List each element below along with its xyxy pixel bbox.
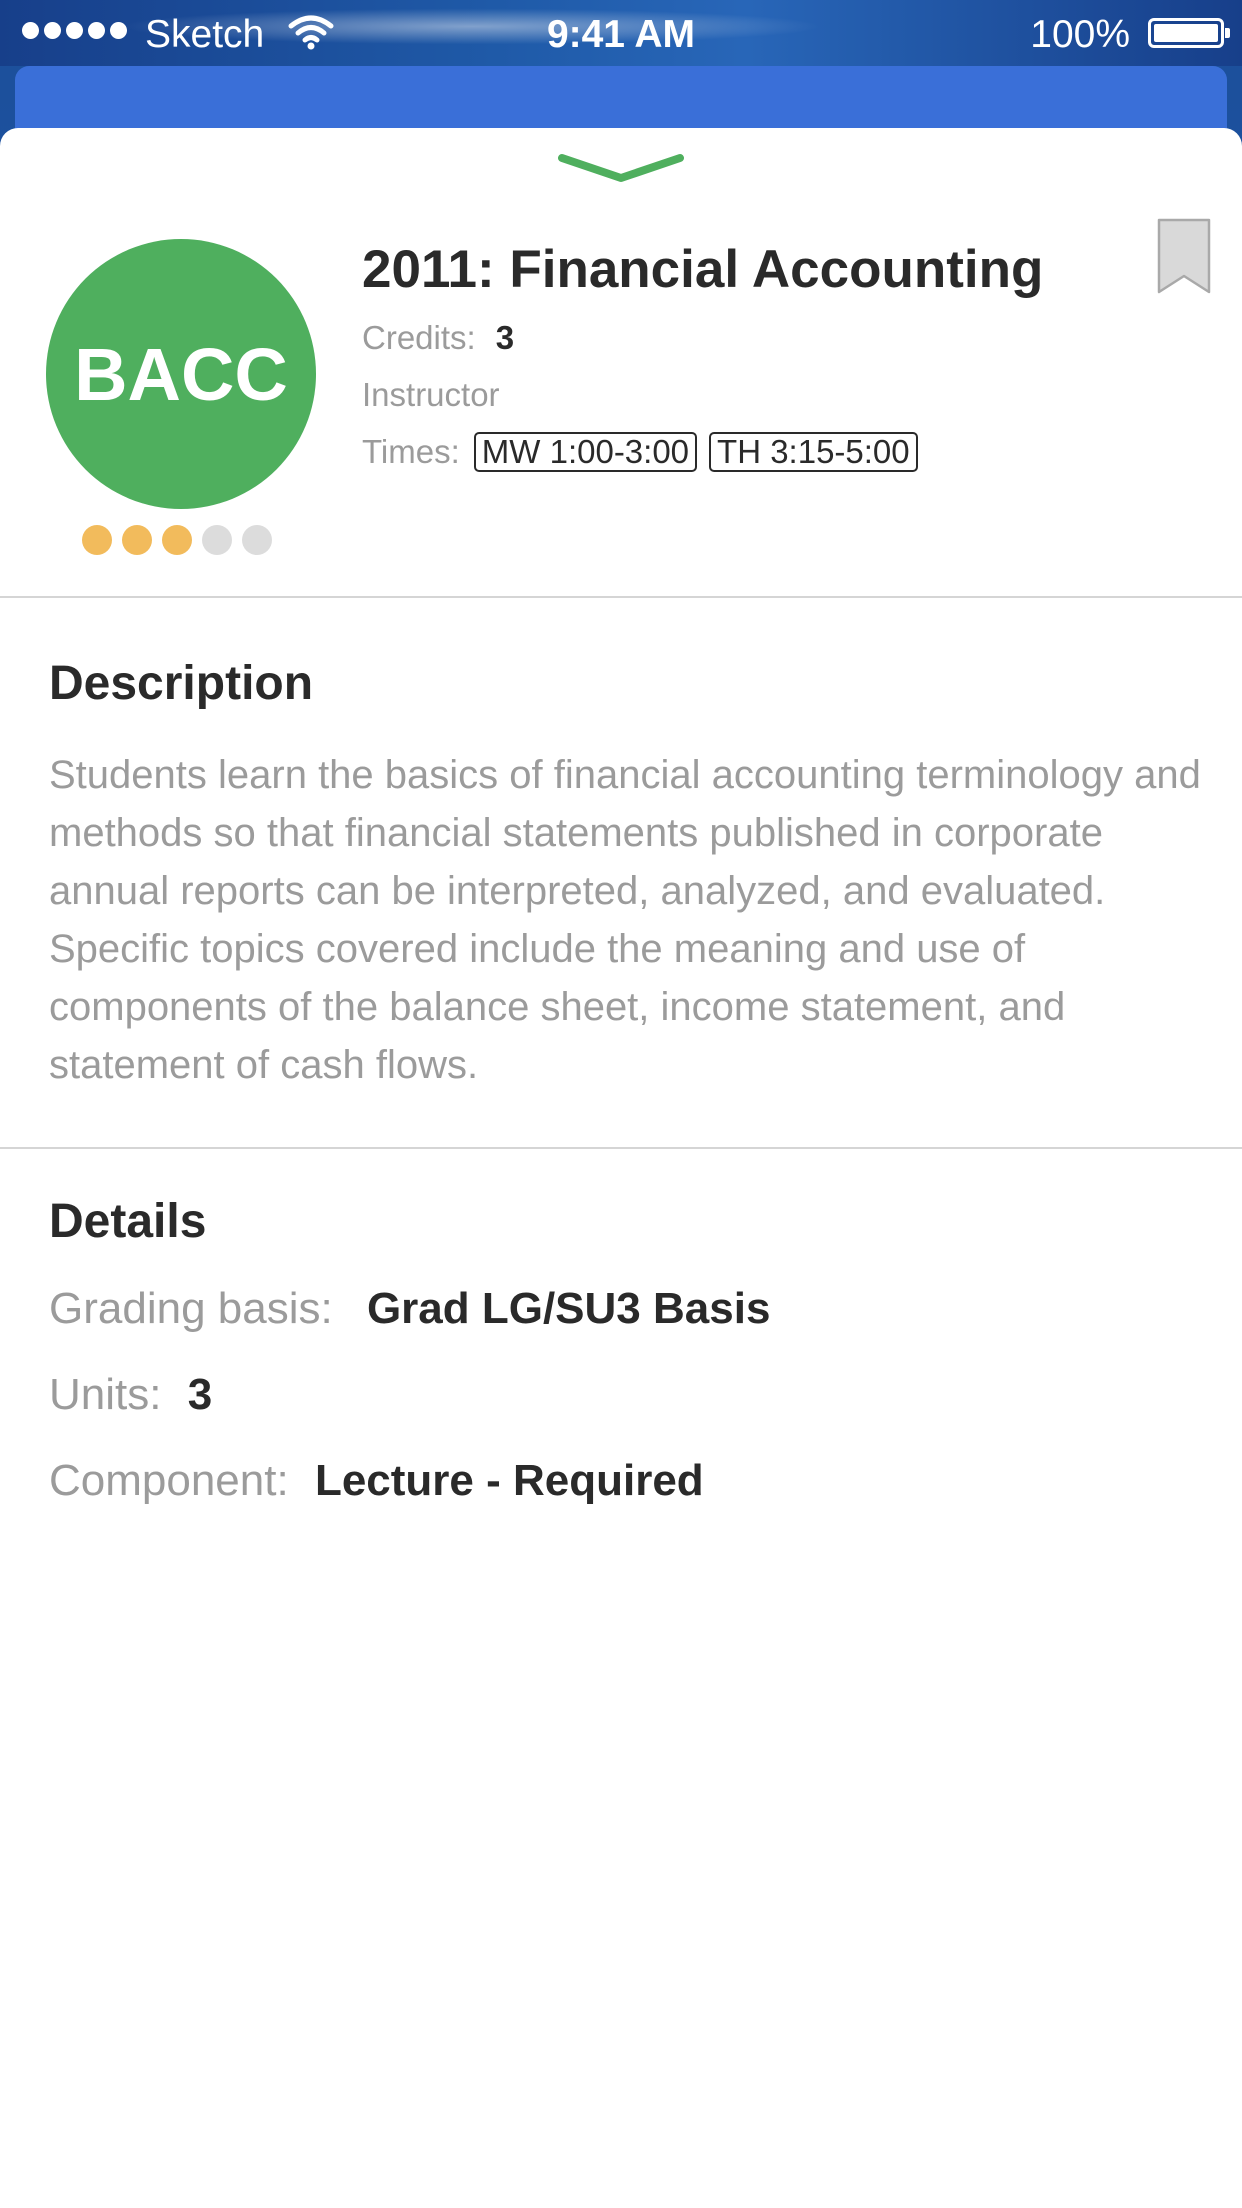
times-label: Times: <box>362 433 460 470</box>
battery-percentage: 100% <box>1030 13 1130 56</box>
description-text: Students learn the basics of financial a… <box>49 753 1201 1087</box>
battery-icon <box>1148 18 1230 48</box>
status-bar: Sketch 9:41 AM 100% <box>0 0 1242 66</box>
component-row: Component: Lecture - Required <box>49 1451 704 1511</box>
time-badge: MW 1:00-3:00 <box>473 432 698 472</box>
details-heading: Details <box>49 1195 207 1248</box>
divider <box>0 596 1242 598</box>
grading-basis-value: Grad LG/SU3 Basis <box>366 1284 771 1333</box>
course-code-avatar: BACC <box>46 239 316 509</box>
component-label: Component: <box>49 1456 289 1505</box>
rating-dot-1 <box>82 525 112 555</box>
chevron-down-icon[interactable] <box>556 148 686 188</box>
rating-dot-5 <box>242 525 272 555</box>
units-label: Units: <box>49 1370 162 1419</box>
units-value: 3 <box>187 1370 213 1419</box>
course-title: 2011: Financial Accounting <box>362 240 1044 299</box>
rating-dot-3 <box>162 525 192 555</box>
units-row: Units: 3 <box>49 1365 212 1425</box>
rating-dot-2 <box>122 525 152 555</box>
credits-row: Credits: 3 <box>362 316 514 360</box>
course-rating <box>82 525 272 555</box>
times-row: Times: MW 1:00-3:00 TH 3:15-5:00 <box>362 430 918 474</box>
divider <box>0 1147 1242 1149</box>
rating-dot-4 <box>202 525 232 555</box>
grading-basis-row: Grading basis: Grad LG/SU3 Basis <box>49 1279 770 1339</box>
course-code-label: BACC <box>74 332 288 416</box>
credits-value: 3 <box>495 319 515 356</box>
credits-label: Credits: <box>362 319 476 356</box>
component-value: Lecture - Required <box>314 1456 704 1505</box>
instructor-row: Instructor <box>362 373 500 417</box>
description-heading: Description <box>49 657 314 710</box>
time-badge: TH 3:15-5:00 <box>709 432 918 472</box>
instructor-label: Instructor <box>362 376 500 413</box>
course-detail-sheet: BACC 2011: Financial Accounting Credits:… <box>0 128 1242 2208</box>
bookmark-icon[interactable] <box>1157 218 1211 294</box>
grading-basis-label: Grading basis: <box>49 1284 333 1333</box>
